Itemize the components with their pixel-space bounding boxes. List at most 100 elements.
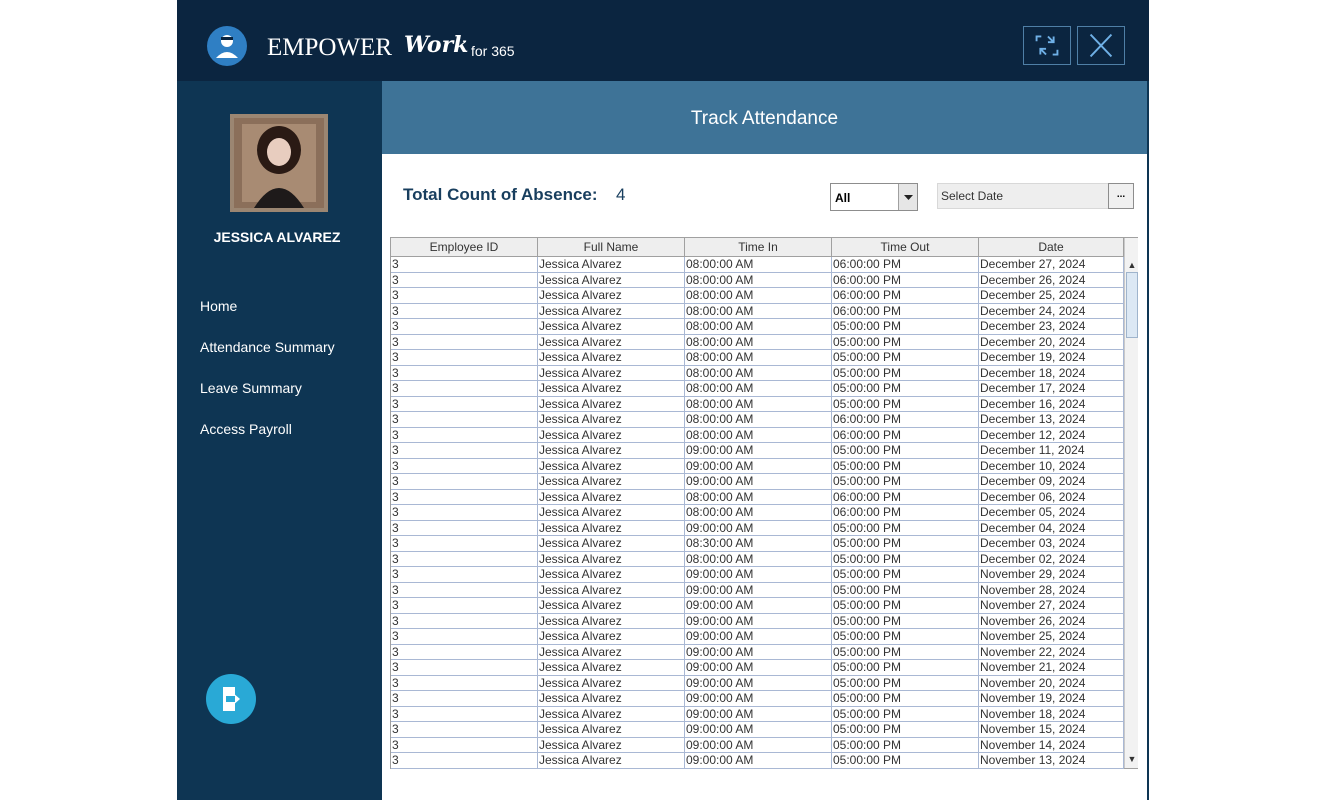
cell-time-in: 08:00:00 AM	[685, 350, 832, 366]
cell-full-name: Jessica Alvarez	[538, 660, 685, 676]
cell-date: December 05, 2024	[979, 505, 1124, 521]
table-row[interactable]: 3 Jessica Alvarez 08:00:00 AM 05:00:00 PM De…	[391, 365, 1124, 381]
cell-time-out: 06:00:00 PM	[832, 303, 979, 319]
table-row[interactable]: 3 Jessica Alvarez 08:00:00 AM 06:00:00 PM De…	[391, 257, 1124, 273]
cell-employee-id: 3	[391, 505, 538, 521]
table-row[interactable]: 3 Jessica Alvarez 08:00:00 AM 05:00:00 PM De…	[391, 396, 1124, 412]
cell-employee-id: 3	[391, 319, 538, 335]
table-row[interactable]: 3 Jessica Alvarez 08:00:00 AM 06:00:00 PM De…	[391, 505, 1124, 521]
nav-home[interactable]: Home	[200, 298, 237, 314]
vertical-scrollbar[interactable]: ▲ ▼	[1124, 238, 1138, 768]
table-row[interactable]: 3 Jessica Alvarez 09:00:00 AM 05:00:00 PM De…	[391, 458, 1124, 474]
cell-date: December 03, 2024	[979, 536, 1124, 552]
cell-employee-id: 3	[391, 334, 538, 350]
table-row[interactable]: 3 Jessica Alvarez 08:00:00 AM 05:00:00 PM De…	[391, 350, 1124, 366]
table-row[interactable]: 3 Jessica Alvarez 08:00:00 AM 06:00:00 PM De…	[391, 303, 1124, 319]
table-row[interactable]: 3 Jessica Alvarez 09:00:00 AM 05:00:00 PM No…	[391, 660, 1124, 676]
cell-employee-id: 3	[391, 489, 538, 505]
cell-full-name: Jessica Alvarez	[538, 598, 685, 614]
cell-date: November 18, 2024	[979, 706, 1124, 722]
cell-employee-id: 3	[391, 350, 538, 366]
nav-leave-summary[interactable]: Leave Summary	[200, 380, 302, 396]
cell-time-in: 09:00:00 AM	[685, 722, 832, 738]
cell-time-in: 09:00:00 AM	[685, 567, 832, 583]
scroll-thumb[interactable]	[1126, 272, 1138, 338]
close-button[interactable]	[1077, 26, 1125, 65]
user-logo-icon	[207, 26, 247, 66]
cell-full-name: Jessica Alvarez	[538, 675, 685, 691]
cell-employee-id: 3	[391, 567, 538, 583]
cell-full-name: Jessica Alvarez	[538, 613, 685, 629]
col-employee-id[interactable]: Employee ID	[391, 238, 538, 257]
cell-employee-id: 3	[391, 412, 538, 428]
col-full-name[interactable]: Full Name	[538, 238, 685, 257]
table-row[interactable]: 3 Jessica Alvarez 09:00:00 AM 05:00:00 PM De…	[391, 520, 1124, 536]
table-row[interactable]: 3 Jessica Alvarez 08:00:00 AM 06:00:00 PM De…	[391, 288, 1124, 304]
table-row[interactable]: 3 Jessica Alvarez 09:00:00 AM 05:00:00 PM No…	[391, 598, 1124, 614]
cell-time-in: 08:00:00 AM	[685, 396, 832, 412]
minimize-icon	[1035, 35, 1059, 56]
cell-time-in: 09:00:00 AM	[685, 474, 832, 490]
cell-full-name: Jessica Alvarez	[538, 474, 685, 490]
table-row[interactable]: 3 Jessica Alvarez 09:00:00 AM 05:00:00 PM No…	[391, 629, 1124, 645]
table-row[interactable]: 3 Jessica Alvarez 09:00:00 AM 05:00:00 PM No…	[391, 753, 1124, 769]
table-row[interactable]: 3 Jessica Alvarez 09:00:00 AM 05:00:00 PM No…	[391, 691, 1124, 707]
logout-button[interactable]	[206, 674, 256, 724]
cell-date: November 29, 2024	[979, 567, 1124, 583]
filter-dropdown[interactable]: All	[830, 183, 918, 211]
cell-full-name: Jessica Alvarez	[538, 567, 685, 583]
cell-employee-id: 3	[391, 303, 538, 319]
table-row[interactable]: 3 Jessica Alvarez 08:00:00 AM 05:00:00 PM De…	[391, 319, 1124, 335]
cell-employee-id: 3	[391, 458, 538, 474]
table-row[interactable]: 3 Jessica Alvarez 08:00:00 AM 06:00:00 PM De…	[391, 412, 1124, 428]
cell-time-out: 05:00:00 PM	[832, 582, 979, 598]
scroll-down-icon[interactable]: ▼	[1126, 752, 1138, 766]
col-time-out[interactable]: Time Out	[832, 238, 979, 257]
table-row[interactable]: 3 Jessica Alvarez 09:00:00 AM 05:00:00 PM No…	[391, 582, 1124, 598]
minimize-button[interactable]	[1023, 26, 1071, 65]
filter-value: All	[835, 191, 851, 205]
table-row[interactable]: 3 Jessica Alvarez 09:00:00 AM 05:00:00 PM No…	[391, 613, 1124, 629]
attendance-table[interactable]: Employee ID Full Name Time In Time Out D…	[390, 237, 1138, 769]
cell-date: December 09, 2024	[979, 474, 1124, 490]
table-row[interactable]: 3 Jessica Alvarez 08:00:00 AM 06:00:00 PM De…	[391, 272, 1124, 288]
cell-date: December 27, 2024	[979, 257, 1124, 273]
table-row[interactable]: 3 Jessica Alvarez 09:00:00 AM 05:00:00 PM No…	[391, 706, 1124, 722]
cell-time-out: 06:00:00 PM	[832, 489, 979, 505]
cell-time-out: 05:00:00 PM	[832, 567, 979, 583]
table-row[interactable]: 3 Jessica Alvarez 09:00:00 AM 05:00:00 PM No…	[391, 722, 1124, 738]
table-row[interactable]: 3 Jessica Alvarez 09:00:00 AM 05:00:00 PM No…	[391, 567, 1124, 583]
cell-employee-id: 3	[391, 582, 538, 598]
cell-date: December 25, 2024	[979, 288, 1124, 304]
table-row[interactable]: 3 Jessica Alvarez 09:00:00 AM 05:00:00 PM No…	[391, 675, 1124, 691]
cell-full-name: Jessica Alvarez	[538, 536, 685, 552]
date-field[interactable]: Select Date	[937, 183, 1109, 209]
cell-full-name: Jessica Alvarez	[538, 288, 685, 304]
nav-access-payroll[interactable]: Access Payroll	[200, 421, 292, 437]
col-date[interactable]: Date	[979, 238, 1124, 257]
nav-attendance-summary[interactable]: Attendance Summary	[200, 339, 335, 355]
cell-full-name: Jessica Alvarez	[538, 381, 685, 397]
cell-time-in: 09:00:00 AM	[685, 598, 832, 614]
table-row[interactable]: 3 Jessica Alvarez 09:00:00 AM 05:00:00 PM No…	[391, 737, 1124, 753]
table-row[interactable]: 3 Jessica Alvarez 09:00:00 AM 05:00:00 PM De…	[391, 443, 1124, 459]
scroll-up-icon[interactable]: ▲	[1126, 258, 1138, 272]
date-picker-button[interactable]: ...	[1108, 183, 1134, 209]
cell-employee-id: 3	[391, 598, 538, 614]
col-time-in[interactable]: Time In	[685, 238, 832, 257]
table-row[interactable]: 3 Jessica Alvarez 08:00:00 AM 05:00:00 PM De…	[391, 381, 1124, 397]
cell-time-in: 08:00:00 AM	[685, 381, 832, 397]
table-row[interactable]: 3 Jessica Alvarez 08:00:00 AM 05:00:00 PM De…	[391, 334, 1124, 350]
table-row[interactable]: 3 Jessica Alvarez 08:00:00 AM 06:00:00 PM De…	[391, 427, 1124, 443]
cell-full-name: Jessica Alvarez	[538, 706, 685, 722]
table-row[interactable]: 3 Jessica Alvarez 08:00:00 AM 05:00:00 PM De…	[391, 551, 1124, 567]
table-row[interactable]: 3 Jessica Alvarez 09:00:00 AM 05:00:00 PM No…	[391, 644, 1124, 660]
cell-time-in: 09:00:00 AM	[685, 644, 832, 660]
cell-employee-id: 3	[391, 660, 538, 676]
table-row[interactable]: 3 Jessica Alvarez 08:30:00 AM 05:00:00 PM De…	[391, 536, 1124, 552]
cell-date: December 02, 2024	[979, 551, 1124, 567]
table-row[interactable]: 3 Jessica Alvarez 09:00:00 AM 05:00:00 PM De…	[391, 474, 1124, 490]
cell-date: December 20, 2024	[979, 334, 1124, 350]
cell-full-name: Jessica Alvarez	[538, 505, 685, 521]
table-row[interactable]: 3 Jessica Alvarez 08:00:00 AM 06:00:00 PM De…	[391, 489, 1124, 505]
